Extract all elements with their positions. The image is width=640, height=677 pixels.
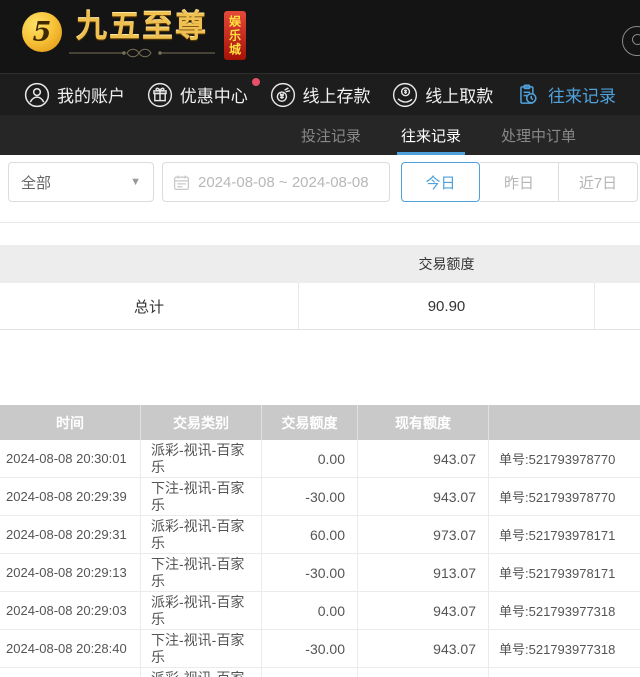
quick-date-buttons: 今日 昨日 近7日 [401, 162, 638, 202]
tab-label: 处理中订单 [501, 125, 576, 146]
cell-balance: 973.07 [357, 516, 488, 553]
table-row: 2024-08-08 20:29:13 下注-视讯-百家乐 -30.00 913… [0, 554, 640, 592]
nav-label: 优惠中心 [180, 82, 248, 107]
cell-time: 2024-08-08 20:30:01 [0, 440, 140, 477]
cell-time: 2024-08-08 20:29:39 [0, 478, 140, 515]
column-header-type: 交易类别 [140, 405, 261, 440]
cell-amount: 0.00 [261, 592, 357, 629]
record-tabs: 投注记录 往来记录 处理中订单 [0, 115, 640, 155]
nav-item-withdraw[interactable]: 线上取款 [392, 82, 493, 108]
today-button[interactable]: 今日 [401, 162, 480, 202]
category-select-value: 全部 [21, 172, 51, 193]
cell-type: 下注-视讯-百家乐 [140, 478, 261, 515]
nav-label: 我的账户 [57, 82, 125, 107]
cell-amount: -30.00 [261, 478, 357, 515]
category-select[interactable]: 全部 ▼ [8, 162, 154, 202]
cell-amount: 60.00 [261, 516, 357, 553]
page: 5 九五至尊 娱乐城 [0, 0, 640, 677]
column-header-order [488, 405, 640, 440]
nav-label: 往来记录 [548, 82, 616, 107]
cell-balance: 943.07 [357, 440, 488, 477]
cell-time: 2024-08-08 20:29:03 [0, 592, 140, 629]
last7days-button[interactable]: 近7日 [559, 162, 638, 202]
calendar-icon [173, 174, 190, 191]
table-row: 2024-08-08 20:30:01 派彩-视讯-百家乐 0.00 943.0… [0, 440, 640, 478]
cell-time [0, 668, 140, 677]
date-range-value: 2024-08-08 ~ 2024-08-08 [198, 174, 369, 191]
nav-item-records[interactable]: 往来记录 [515, 82, 616, 108]
cell-balance: 943.07 [357, 478, 488, 515]
deposit-icon [270, 82, 296, 108]
table-row: 2024-08-08 20:29:03 派彩-视讯-百家乐 0.00 943.0… [0, 592, 640, 630]
cell-type: 派彩-视讯-百家乐 [140, 440, 261, 477]
withdraw-icon [392, 82, 418, 108]
logo-circle-icon: 5 [22, 12, 62, 52]
nav-label: 线上存款 [303, 82, 371, 107]
brand-title: 九五至尊 [76, 10, 208, 44]
nav-label: 线上取款 [425, 82, 493, 107]
cell-order-number: 单号:521793977318 [488, 630, 640, 667]
tab-processing-orders[interactable]: 处理中订单 [497, 115, 580, 155]
gift-icon [147, 82, 173, 108]
nav-item-my-account[interactable]: 我的账户 [24, 82, 125, 108]
cell-balance: 913.07 [357, 554, 488, 591]
yesterday-button[interactable]: 昨日 [480, 162, 559, 202]
cell-amount: -30.00 [261, 554, 357, 591]
logo-monogram: 5 [33, 19, 52, 46]
cell-balance: 943.07 [357, 630, 488, 667]
cell-order-number: 单号:521793978171 [488, 554, 640, 591]
summary-total-row: 总计 90.90 [0, 283, 640, 330]
table-row: 2024-08-08 20:29:31 派彩-视讯-百家乐 60.00 973.… [0, 516, 640, 554]
summary-total-label: 总计 [0, 283, 298, 329]
cell-time: 2024-08-08 20:28:40 [0, 630, 140, 667]
summary-amount-header: 交易额度 [298, 254, 595, 274]
filter-bar: 全部 ▼ 2024-08-08 ~ 2024-08-08 今日 昨日 近7日 [0, 155, 640, 222]
table-row: 2024-08-08 20:28:40 下注-视讯-百家乐 -30.00 943… [0, 630, 640, 668]
tab-bet-records[interactable]: 投注记录 [297, 115, 365, 155]
flourish-ornament-icon [67, 47, 217, 59]
records-table-body: 2024-08-08 20:30:01 派彩-视讯-百家乐 0.00 943.0… [0, 440, 640, 677]
chevron-down-icon: ▼ [130, 176, 141, 188]
brand-badge: 娱乐城 [224, 11, 246, 60]
cell-amount: -30.00 [261, 630, 357, 667]
column-header-amount: 交易额度 [261, 405, 357, 440]
cell-type: 下注-视讯-百家乐 [140, 554, 261, 591]
records-table-header: 时间 交易类别 交易额度 现有额度 [0, 405, 640, 440]
cell-time: 2024-08-08 20:29:31 [0, 516, 140, 553]
records-icon [515, 82, 541, 108]
table-row: 派彩-视讯-百家乐 [0, 668, 640, 677]
cell-amount: 0.00 [261, 440, 357, 477]
table-row: 2024-08-08 20:29:39 下注-视讯-百家乐 -30.00 943… [0, 478, 640, 516]
user-icon [24, 82, 50, 108]
brand-header: 5 九五至尊 娱乐城 [0, 0, 640, 73]
tab-label: 投注记录 [301, 125, 361, 146]
cell-order-number: 单号:521793978770 [488, 440, 640, 477]
column-header-balance: 现有额度 [357, 405, 488, 440]
cell-time: 2024-08-08 20:29:13 [0, 554, 140, 591]
cell-balance: 943.07 [357, 592, 488, 629]
nav-item-deposit[interactable]: 线上存款 [270, 82, 371, 108]
cell-order-number: 单号:521793978171 [488, 516, 640, 553]
cell-amount [261, 668, 357, 677]
nav-item-promotions[interactable]: 优惠中心 [147, 82, 248, 108]
cell-order-number: 单号:521793977318 [488, 592, 640, 629]
account-circle-icon[interactable] [622, 26, 640, 56]
cell-type: 下注-视讯-百家乐 [140, 630, 261, 667]
column-header-time: 时间 [0, 405, 140, 440]
cell-type: 派彩-视讯-百家乐 [140, 516, 261, 553]
date-range-input[interactable]: 2024-08-08 ~ 2024-08-08 [162, 162, 390, 202]
main-nav: 我的账户 优惠中心 线上存款 [0, 73, 640, 115]
summary-header-row: 交易额度 [0, 245, 640, 283]
summary-total-value: 90.90 [298, 283, 595, 329]
notification-dot [252, 78, 260, 86]
tab-label: 往来记录 [401, 125, 461, 146]
brand-logo[interactable]: 5 九五至尊 娱乐城 [22, 10, 246, 60]
cell-type: 派彩-视讯-百家乐 [140, 668, 261, 677]
cell-type: 派彩-视讯-百家乐 [140, 592, 261, 629]
cell-order-number [488, 668, 640, 677]
tab-transaction-records[interactable]: 往来记录 [397, 115, 465, 155]
cell-balance [357, 668, 488, 677]
cell-order-number: 单号:521793978770 [488, 478, 640, 515]
